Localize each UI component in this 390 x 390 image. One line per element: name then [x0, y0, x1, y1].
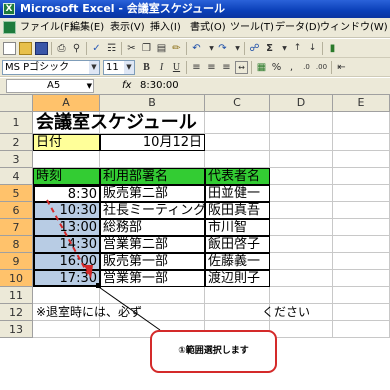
menu-insert[interactable]: 挿入(I) — [150, 18, 181, 38]
toolbar-separator — [86, 42, 87, 55]
undo-icon[interactable]: ↶ — [190, 42, 203, 55]
font-size-select[interactable]: 11 ▼ — [103, 60, 135, 75]
print-preview-icon[interactable]: ⚲ — [70, 42, 83, 55]
merge-center-icon[interactable]: ↔ — [235, 61, 248, 74]
toolbar-separator — [251, 61, 252, 74]
excel-icon: X — [3, 3, 15, 15]
toolbar-separator — [186, 61, 187, 74]
name-box[interactable]: A5 ▼ — [6, 79, 94, 93]
instruction-callout: ①範囲選択します — [150, 330, 277, 373]
increase-decimal-icon[interactable]: .0 — [300, 61, 313, 74]
menu-edit[interactable]: 編集(E) — [70, 18, 104, 38]
workbook-icon[interactable] — [3, 21, 16, 34]
formula-bar: A5 ▼ fx 8:30:00 — [0, 78, 390, 95]
excel-window: X Microsoft Excel - 会議室スケジュール ファイル(F) 編集… — [0, 0, 390, 390]
format-painter-icon[interactable]: ✏ — [170, 42, 183, 55]
drag-path-line — [46, 199, 89, 275]
align-right-icon[interactable]: ≡ — [220, 61, 233, 74]
chart-wizard-icon[interactable]: ▮ — [326, 42, 339, 55]
name-box-value: A5 — [47, 80, 61, 91]
toolbar-separator — [244, 42, 245, 55]
menu-file[interactable]: ファイル(F) — [20, 18, 74, 38]
percent-button[interactable]: % — [270, 61, 283, 74]
title-bar[interactable]: X Microsoft Excel - 会議室スケジュール — [0, 0, 390, 18]
insert-function-button[interactable]: fx — [122, 79, 131, 93]
new-document-icon[interactable] — [3, 42, 16, 55]
menu-view[interactable]: 表示(V) — [110, 18, 145, 38]
autosum-icon[interactable]: Σ — [263, 42, 276, 55]
window-title: Microsoft Excel - 会議室スケジュール — [20, 2, 226, 15]
decrease-indent-icon[interactable]: ⇤ — [335, 61, 348, 74]
font-name-select[interactable]: MS Pゴシック ▼ — [2, 60, 100, 75]
autosum-dropdown-icon[interactable]: ▼ — [278, 42, 291, 55]
open-folder-icon[interactable] — [19, 42, 32, 55]
save-icon[interactable] — [35, 42, 48, 55]
chevron-down-icon[interactable]: ▼ — [89, 61, 99, 74]
sort-descending-icon[interactable]: ↓ — [306, 42, 319, 55]
spelling-icon[interactable]: ✓ — [90, 42, 103, 55]
toolbar-separator — [186, 42, 187, 55]
toolbar-separator — [322, 42, 323, 55]
print-icon[interactable]: ⎙ — [55, 42, 68, 55]
menu-tools[interactable]: ツール(T) — [230, 18, 274, 38]
paste-icon[interactable]: ▤ — [155, 42, 168, 55]
decrease-decimal-icon[interactable]: .00 — [315, 61, 328, 74]
currency-icon[interactable]: ▦ — [255, 61, 268, 74]
cut-icon[interactable]: ✂ — [125, 42, 138, 55]
italic-button[interactable]: I — [155, 61, 168, 74]
research-icon[interactable]: ☶ — [105, 42, 118, 55]
bold-button[interactable]: B — [140, 61, 153, 74]
menu-data[interactable]: データ(D) — [275, 18, 321, 38]
toolbar-separator — [331, 61, 332, 74]
menu-bar: ファイル(F) 編集(E) 表示(V) 挿入(I) 書式(O) ツール(T) デ… — [0, 18, 390, 38]
sort-ascending-icon[interactable]: ↑ — [291, 42, 304, 55]
toolbar-separator — [51, 42, 52, 55]
redo-icon[interactable]: ↷ — [216, 42, 229, 55]
formatting-toolbar: MS Pゴシック ▼ 11 ▼ B I U ≡ ≡ ≡ ↔ ▦ % , .0 .… — [0, 58, 390, 77]
copy-icon[interactable]: ❐ — [140, 42, 153, 55]
redo-dropdown-icon[interactable]: ▼ — [231, 42, 244, 55]
hyperlink-icon[interactable]: ☍ — [248, 42, 261, 55]
align-left-icon[interactable]: ≡ — [190, 61, 203, 74]
formula-input[interactable]: 8:30:00 — [140, 79, 179, 93]
font-size-value: 11 — [106, 62, 119, 73]
underline-button[interactable]: U — [170, 61, 183, 74]
comma-button[interactable]: , — [285, 61, 298, 74]
callout-pointer-line — [95, 284, 161, 331]
chevron-down-icon[interactable]: ▼ — [124, 61, 134, 74]
standard-toolbar: ⎙ ⚲ ✓ ☶ ✂ ❐ ▤ ✏ ↶ ▼ ↷ ▼ ☍ Σ ▼ ↑ ↓ ▮ — [0, 39, 390, 58]
font-name-value: MS Pゴシック — [5, 62, 70, 73]
drag-path-arrowhead — [84, 265, 93, 279]
chevron-down-icon[interactable]: ▼ — [87, 80, 92, 92]
menu-format[interactable]: 書式(O) — [190, 18, 226, 38]
menu-window[interactable]: ウィンドウ(W) — [320, 18, 388, 38]
toolbar-separator — [121, 42, 122, 55]
align-center-icon[interactable]: ≡ — [205, 61, 218, 74]
